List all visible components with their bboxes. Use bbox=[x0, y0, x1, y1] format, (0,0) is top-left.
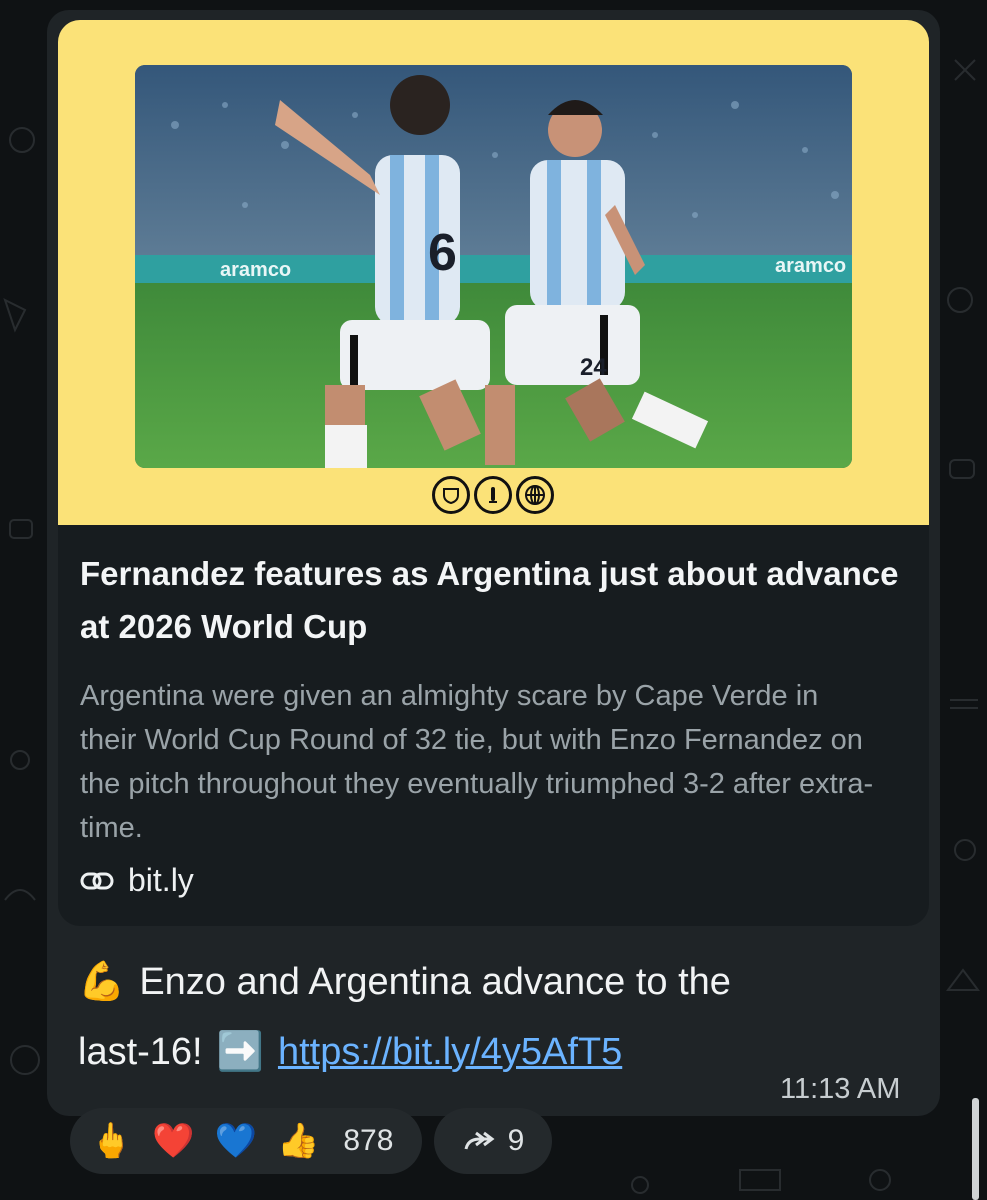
reaction-red-heart[interactable]: ❤️ bbox=[152, 1124, 194, 1158]
message-text-line1: 💪 Enzo and Argentina advance to the bbox=[78, 960, 731, 1004]
reactions-bar[interactable]: 🖕 ❤️ 💙 👍 878 bbox=[70, 1108, 422, 1174]
forward-count-button[interactable]: 9 bbox=[434, 1108, 552, 1174]
article-photo[interactable]: aramco aramco 6 24 bbox=[135, 65, 852, 468]
right-arrow-emoji: ➡️ bbox=[216, 1031, 264, 1073]
svg-text:aramco: aramco bbox=[220, 259, 291, 281]
trophy-icon bbox=[474, 476, 512, 514]
message-link[interactable]: https://bit.ly/4y5AfT5 bbox=[278, 1031, 622, 1074]
message-time: 11:13 AM bbox=[780, 1073, 901, 1105]
link-icon bbox=[80, 872, 114, 889]
scrollbar[interactable] bbox=[972, 1098, 979, 1200]
svg-text:aramco: aramco bbox=[775, 255, 846, 277]
link-preview-description: Argentina were given an almighty scare b… bbox=[80, 680, 874, 844]
football-celebration-image: aramco aramco 6 24 bbox=[135, 65, 852, 468]
svg-text:6: 6 bbox=[428, 224, 457, 282]
globe-icon bbox=[516, 476, 554, 514]
source-badges bbox=[432, 476, 554, 514]
flexed-biceps-emoji: 💪 bbox=[78, 961, 126, 1003]
reaction-thumbs-up[interactable]: 👍 bbox=[277, 1124, 319, 1158]
chelsea-crest-icon bbox=[432, 476, 470, 514]
svg-text:24: 24 bbox=[580, 354, 607, 381]
message-text-prefix: last-16! bbox=[78, 1030, 203, 1073]
link-preview-title[interactable]: Fernandez features as Argentina just abo… bbox=[80, 547, 900, 653]
reaction-blue-heart[interactable]: 💙 bbox=[215, 1124, 257, 1158]
link-preview-domain[interactable]: bit.ly bbox=[80, 862, 194, 899]
forward-count: 9 bbox=[507, 1124, 525, 1157]
message-text-line2: last-16! ➡️ https://bit.ly/4y5AfT5 bbox=[78, 1030, 622, 1074]
link-domain-text: bit.ly bbox=[128, 862, 194, 898]
link-preview-hero[interactable]: aramco aramco 6 24 bbox=[58, 20, 929, 525]
reaction-count: 878 bbox=[343, 1124, 394, 1157]
message-text: Enzo and Argentina advance to the bbox=[139, 960, 731, 1003]
link-preview-card[interactable]: aramco aramco 6 24 Fernandez features as… bbox=[58, 20, 929, 926]
reaction-middle-finger[interactable]: 🖕 bbox=[90, 1124, 132, 1158]
share-forward-icon bbox=[464, 1131, 495, 1150]
